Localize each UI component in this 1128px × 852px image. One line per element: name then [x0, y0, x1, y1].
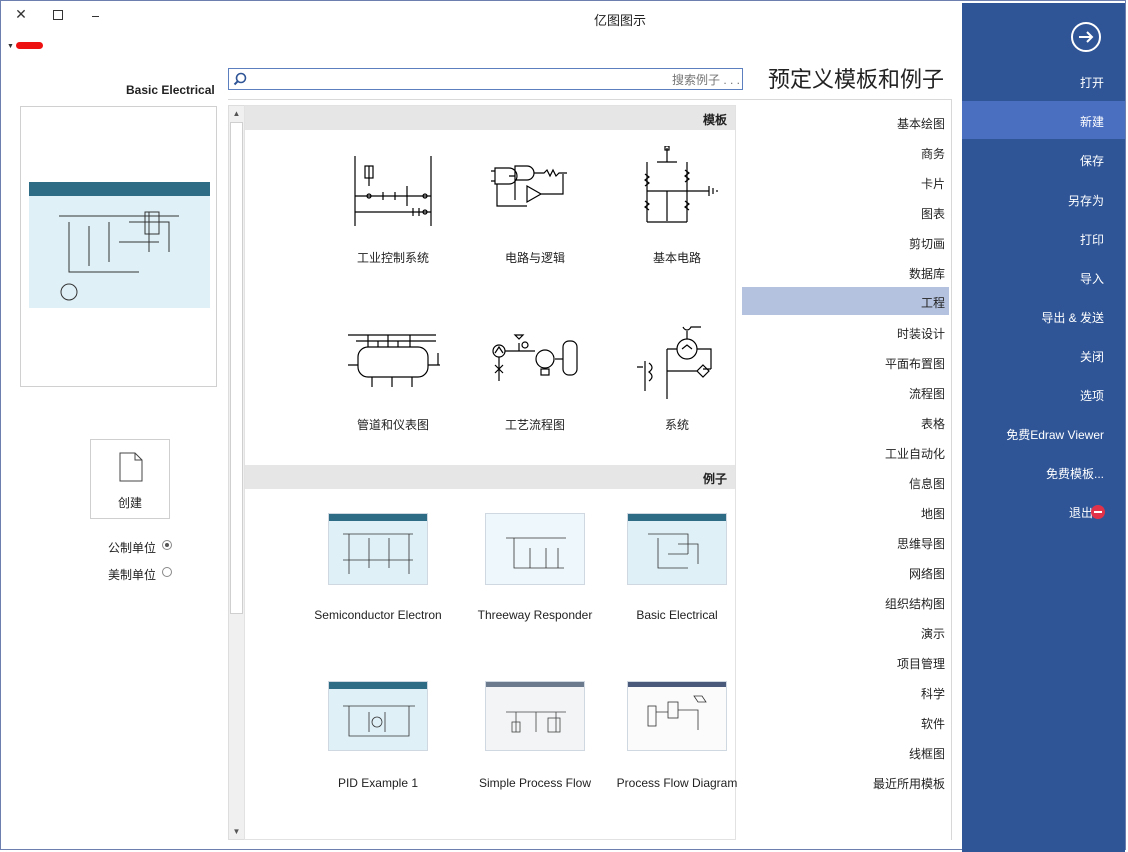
examples-section-header: 例子	[245, 465, 735, 489]
create-button[interactable]: 创建	[90, 439, 170, 519]
new-document-icon	[119, 452, 143, 482]
app-title: 亿图图示	[593, 13, 646, 28]
exit-icon	[1091, 505, 1105, 519]
template-system[interactable]: 系统	[612, 321, 742, 451]
category-basic-drawing[interactable]: 基本绘图	[742, 108, 949, 136]
category-forms[interactable]: 表格	[742, 408, 949, 436]
category-infographic[interactable]: 信息图	[742, 468, 949, 496]
category-wireframe[interactable]: 线框图	[742, 738, 949, 766]
arrow-right-icon	[1079, 31, 1094, 43]
scroll-down-icon[interactable]: ▼	[229, 824, 244, 839]
category-charts[interactable]: 图表	[742, 198, 949, 226]
us-radio[interactable]	[162, 567, 172, 577]
category-mind-map[interactable]: 思维导图	[742, 528, 949, 556]
category-business[interactable]: 商务	[742, 138, 949, 166]
search-icon[interactable]	[233, 72, 247, 86]
template-gallery: 模板 基本电路 电路与逻辑 工业控制系统 系统 工艺流程图 管道和仪表图 例子 …	[244, 105, 737, 840]
back-button[interactable]	[1071, 22, 1101, 52]
category-database[interactable]: 数据库	[742, 258, 949, 286]
system-icon	[637, 326, 712, 399]
template-circuits-and-logic[interactable]: 电路与逻辑	[470, 146, 600, 276]
pid-icon	[348, 334, 440, 387]
category-org-chart[interactable]: 组织结构图	[742, 588, 949, 616]
category-science[interactable]: 科学	[742, 678, 949, 706]
pid-example-1-thumbnail	[328, 681, 428, 751]
nav-item-new[interactable]: 新建	[962, 101, 1125, 139]
process-flow-icon	[492, 334, 578, 381]
template-pid[interactable]: 管道和仪表图	[328, 321, 458, 451]
templates-section-header: 模板	[245, 106, 735, 130]
category-project-management[interactable]: 项目管理	[742, 648, 949, 676]
nav-item-import[interactable]: 导入	[962, 258, 1125, 296]
search-box[interactable]	[228, 68, 743, 90]
category-engineering[interactable]: 工程	[742, 287, 949, 315]
example-threeway-responder[interactable]: Threeway Responder	[470, 513, 600, 653]
maximize-window-button[interactable]	[48, 6, 68, 24]
template-basic-circuit[interactable]: 基本电路	[612, 146, 742, 276]
page-heading: 预定义模板和例子	[768, 68, 945, 93]
maximize-icon	[53, 10, 63, 20]
example-basic-electrical[interactable]: Basic Electrical	[612, 513, 742, 653]
control-system-icon	[354, 156, 432, 226]
nav-item-save[interactable]: 保存	[962, 140, 1125, 178]
category-industrial-automation[interactable]: 工业自动化	[742, 438, 949, 466]
nav-item-exit[interactable]: 退出	[962, 492, 1125, 530]
logic-gate-icon	[491, 165, 567, 207]
category-software[interactable]: 软件	[742, 708, 949, 736]
file-menu-nav: 打开 新建 保存 另存为 打印 导入 导出 & 发送 关闭 选项 免费Edraw…	[962, 3, 1125, 852]
nav-item-options[interactable]: 选项	[962, 375, 1125, 413]
category-cards[interactable]: 卡片	[742, 168, 949, 196]
semiconductor-electron-thumbnail	[328, 513, 428, 585]
preview-title: Basic Electrical	[126, 83, 215, 97]
nav-item-edraw-viewer[interactable]: 免费Edraw Viewer	[962, 414, 1125, 452]
quick-access-dropdown-icon[interactable]: ▼	[7, 43, 14, 50]
nav-item-close[interactable]: 关闭	[962, 336, 1125, 374]
category-recent-templates[interactable]: 最近所用模板	[742, 768, 949, 796]
example-process-flow-diagram[interactable]: Process Flow Diagram	[612, 681, 742, 821]
template-industrial-control-system[interactable]: 工业控制系统	[328, 146, 458, 276]
gallery-scrollbar[interactable]: ▲ ▼	[228, 105, 245, 840]
preview-image	[29, 182, 210, 308]
category-list: 基本绘图 商务 卡片 图表 剪切画 数据库 工程 时装设计 平面布置图 流程图 …	[742, 100, 952, 840]
minimize-window-button[interactable]	[86, 6, 106, 24]
threeway-responder-thumbnail	[485, 513, 585, 585]
basic-electrical-thumbnail	[627, 513, 727, 585]
category-network[interactable]: 网络图	[742, 558, 949, 586]
category-floor-plan[interactable]: 平面布置图	[742, 348, 949, 376]
nav-item-print[interactable]: 打印	[962, 219, 1125, 257]
metric-radio[interactable]	[162, 540, 172, 550]
scroll-thumb[interactable]	[230, 122, 243, 614]
search-input[interactable]	[253, 70, 742, 90]
close-window-button[interactable]: ✕	[10, 6, 32, 24]
category-flowchart[interactable]: 流程图	[742, 378, 949, 406]
category-clipart[interactable]: 剪切画	[742, 228, 949, 256]
minimize-icon	[92, 16, 99, 17]
scroll-up-icon[interactable]: ▲	[229, 106, 244, 121]
preview-panel	[20, 106, 217, 387]
example-semiconductor-electron[interactable]: Semiconductor Electron	[314, 513, 458, 653]
nav-item-export-send[interactable]: 导出 & 发送	[962, 297, 1125, 335]
user-avatar[interactable]	[16, 42, 43, 49]
basic-circuit-icon	[644, 146, 718, 223]
nav-item-free-templates[interactable]: 免费模板...	[962, 453, 1125, 491]
process-flow-diagram-thumbnail	[627, 681, 727, 751]
category-presentation[interactable]: 演示	[742, 618, 949, 646]
nav-item-save-as[interactable]: 另存为	[962, 180, 1125, 218]
category-fashion-design[interactable]: 时装设计	[742, 318, 949, 346]
template-process-flow[interactable]: 工艺流程图	[470, 321, 600, 451]
title-bar: ✕ 亿图图示	[0, 0, 962, 34]
nav-item-open[interactable]: 打开	[962, 62, 1125, 100]
example-simple-process-flow[interactable]: Simple Process Flow	[470, 681, 600, 821]
category-map[interactable]: 地图	[742, 498, 949, 526]
simple-process-flow-thumbnail	[485, 681, 585, 751]
example-pid-example-1[interactable]: PID Example 1	[328, 681, 458, 821]
